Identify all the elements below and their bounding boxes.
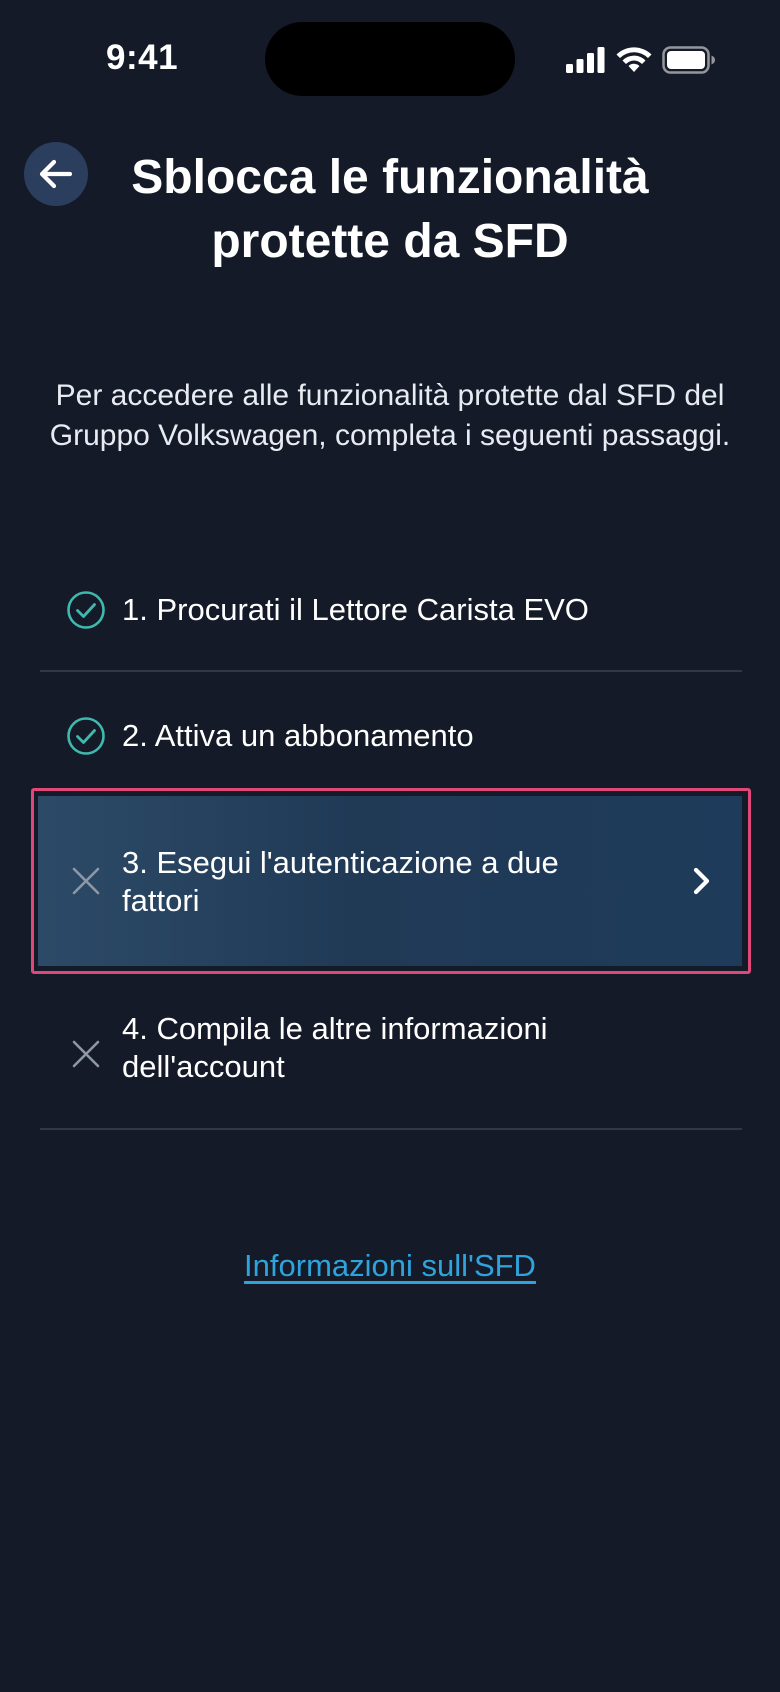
step-label: 1. Procurati il Lettore Carista EVO	[122, 592, 589, 627]
step-label: 2. Attiva un abbonamento	[122, 718, 474, 753]
battery-icon	[662, 46, 715, 74]
screen: 9:41 Sblocca le funzionalità protette da…	[0, 0, 780, 1692]
step-label: 3. Esegui l'autenticazione a due fattori	[122, 845, 559, 918]
check-circle-icon	[66, 590, 106, 630]
divider	[40, 670, 742, 672]
status-bar: 9:41	[0, 0, 780, 120]
step-item-3-button[interactable]: 3. Esegui l'autenticazione a due fattori	[38, 796, 742, 966]
step-item-4: 4. Compila le altre informazioni dell'ac…	[40, 1004, 740, 1094]
dynamic-island	[265, 22, 515, 96]
divider	[40, 1128, 742, 1130]
step-item-2: 2. Attiva un abbonamento	[40, 708, 740, 764]
chevron-right-icon	[682, 861, 722, 901]
status-icons	[566, 44, 716, 76]
page-title: Sblocca le funzionalità protette da SFD	[131, 151, 649, 268]
cellular-signal-icon	[566, 47, 605, 73]
check-circle-icon	[66, 716, 106, 756]
step-item-1: 1. Procurati il Lettore Carista EVO	[40, 582, 740, 638]
arrow-left-icon	[39, 159, 73, 189]
close-x-icon	[66, 1034, 106, 1074]
sfd-info-link[interactable]: Informazioni sull'SFD	[0, 1248, 780, 1284]
intro-text: Per accedere alle funzionalità protette …	[49, 379, 731, 452]
close-x-icon	[66, 861, 106, 901]
step-label: 4. Compila le altre informazioni dell'ac…	[122, 1011, 548, 1084]
back-button[interactable]	[24, 142, 88, 206]
status-time: 9:41	[106, 38, 179, 77]
wifi-icon	[616, 47, 652, 72]
